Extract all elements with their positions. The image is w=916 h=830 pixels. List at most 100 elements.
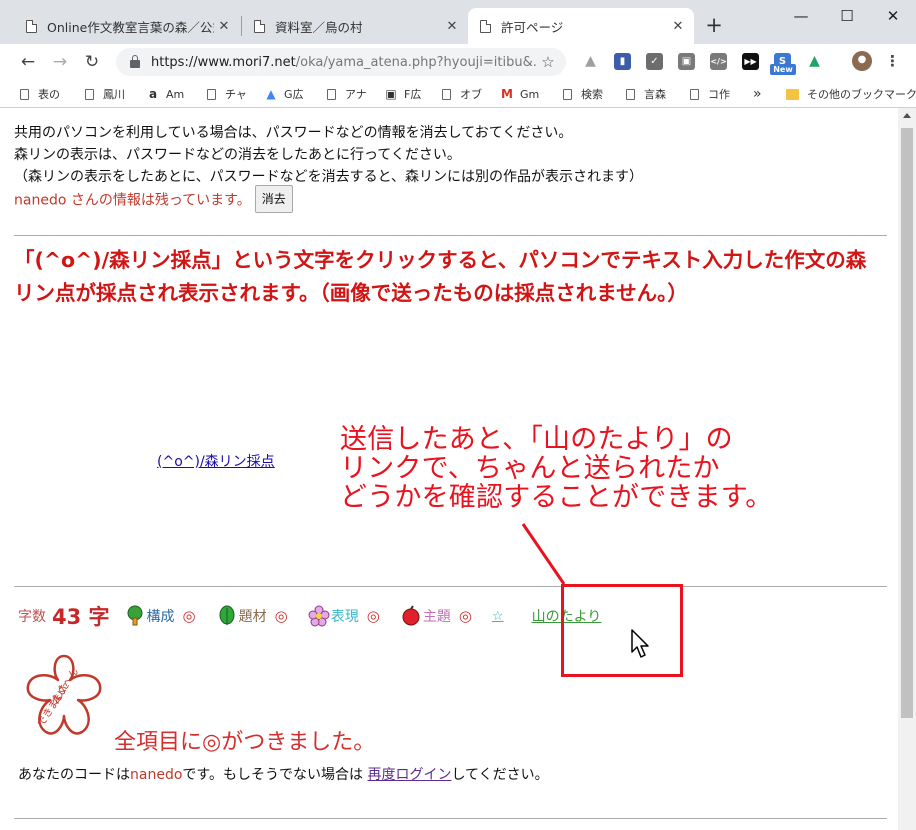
google-drive-icon[interactable]: ▲ bbox=[806, 53, 823, 70]
bookmark-label: 表の bbox=[38, 88, 60, 101]
page-icon bbox=[626, 88, 635, 100]
bookmark-item[interactable]: M Gm bbox=[500, 80, 539, 108]
address-bar[interactable]: https://www.mori7.net/oka/yama_atena.php… bbox=[116, 48, 566, 76]
bookmark-blue-icon[interactable]: ▮ bbox=[614, 53, 631, 70]
score-summary: 字数 43 字 構成 ◎ 題材 ◎ 表現 ◎ 主題 ◎ ☆ 山のたより bbox=[18, 596, 601, 636]
new-tab-button[interactable]: + bbox=[703, 13, 725, 37]
bookmark-item[interactable]: オブ bbox=[442, 80, 482, 108]
category-label: 主題 bbox=[422, 609, 451, 625]
minimize-button[interactable]: — bbox=[778, 2, 824, 30]
tab-shiryoushitsu[interactable]: 資料室／鳥の村 ✕ bbox=[242, 8, 468, 44]
url-host: https://www.mori7.net bbox=[151, 54, 296, 70]
bookmark-item[interactable]: 表の bbox=[20, 80, 60, 108]
callout-arrow bbox=[521, 523, 566, 585]
bookmark-favicon-icon: M bbox=[501, 87, 513, 101]
bookmarks-overflow-button[interactable]: » bbox=[753, 80, 762, 108]
bookmark-item[interactable]: コ作 bbox=[690, 80, 730, 108]
close-tab-icon[interactable]: ✕ bbox=[668, 19, 688, 34]
category-hyougen: 表現 ◎ bbox=[308, 605, 380, 627]
scroll-up-arrow-icon[interactable] bbox=[903, 113, 911, 118]
bookmark-item[interactable]: アナ bbox=[327, 80, 367, 108]
bookmark-item[interactable]: ▣ F広 bbox=[384, 80, 421, 108]
bookmark-label: Gm bbox=[520, 87, 540, 101]
code-prefix: あなたのコードは bbox=[18, 767, 130, 783]
category-mark: ◎ bbox=[274, 607, 288, 625]
scrollbar-thumb[interactable] bbox=[901, 128, 913, 718]
tab-title: 資料室／鳥の村 bbox=[275, 19, 363, 35]
new-badge: New bbox=[770, 64, 796, 75]
word-count-label: 字数 bbox=[18, 609, 46, 625]
word-count-value: 43 字 bbox=[52, 605, 110, 629]
relogin-link[interactable]: 再度ログイン bbox=[367, 767, 451, 783]
bookmark-label: 言森 bbox=[644, 88, 666, 101]
bookmark-label: オブ bbox=[460, 88, 482, 101]
browser-toolbar: ← → ↻ https://www.mori7.net/oka/yama_ate… bbox=[0, 44, 916, 80]
code-suffix: してください。 bbox=[451, 767, 549, 783]
lock-icon[interactable] bbox=[130, 55, 140, 68]
category-label: 題材 bbox=[238, 609, 267, 625]
bookmark-label: アナ bbox=[345, 88, 367, 101]
category-label: 表現 bbox=[330, 609, 359, 625]
forward-button[interactable]: → bbox=[46, 48, 74, 76]
maximize-button[interactable]: ☐ bbox=[824, 2, 870, 30]
page-content: 共用のパソコンを利用している場合は、パスワードなどの情報を消去しておてください。… bbox=[0, 108, 898, 830]
page-icon bbox=[480, 19, 491, 33]
mouse-cursor-icon bbox=[631, 629, 649, 658]
page-icon bbox=[563, 88, 572, 100]
check-icon[interactable]: ✓ bbox=[646, 53, 663, 70]
bookmark-item[interactable]: 言森 bbox=[626, 80, 666, 108]
back-button[interactable]: ← bbox=[14, 48, 42, 76]
title-bar: Online作文教室言葉の森／公式 ✕ 資料室／鳥の村 ✕ 許可ページ ✕ + … bbox=[0, 0, 916, 44]
category-mark: ◎ bbox=[366, 607, 380, 625]
bookmark-label: 検索 bbox=[581, 88, 603, 101]
bookmark-label: コ作 bbox=[708, 88, 730, 101]
category-mark: ◎ bbox=[182, 607, 196, 625]
other-bookmarks-folder[interactable]: その他のブックマーク bbox=[786, 80, 916, 108]
page-icon bbox=[85, 88, 94, 100]
star-link[interactable]: ☆ bbox=[492, 609, 504, 624]
bookmark-item[interactable]: a Am bbox=[146, 80, 184, 108]
menu-icon[interactable]: ⋮ bbox=[884, 53, 901, 70]
vertical-scrollbar[interactable] bbox=[898, 108, 916, 830]
category-mark: ◎ bbox=[458, 607, 472, 625]
bookmark-label: Am bbox=[166, 87, 185, 101]
avatar-icon[interactable]: ● bbox=[852, 51, 872, 71]
page-icon bbox=[207, 88, 216, 100]
bookmark-item[interactable]: 鳳川 bbox=[85, 80, 125, 108]
category-shudai: 主題 ◎ bbox=[400, 605, 472, 627]
divider bbox=[14, 586, 887, 587]
code-icon[interactable]: </> bbox=[710, 53, 727, 70]
bookmark-item[interactable]: ▲ G広 bbox=[264, 80, 304, 108]
category-daizai: 題材 ◎ bbox=[216, 605, 288, 627]
tab-title: 許可ページ bbox=[501, 19, 564, 35]
close-tab-icon[interactable]: ✕ bbox=[214, 19, 234, 34]
code-middle: です。もしそうでない場合は bbox=[182, 767, 368, 783]
page-icon bbox=[442, 88, 451, 100]
tab-title: Online作文教室言葉の森／公式 bbox=[47, 19, 214, 35]
bookmark-star-icon[interactable]: ☆ bbox=[536, 53, 560, 71]
tab-kyoka-page[interactable]: 許可ページ ✕ bbox=[468, 8, 694, 44]
user-code: nanedo bbox=[130, 767, 183, 783]
gray-square-icon[interactable]: ▣ bbox=[678, 53, 695, 70]
page-icon bbox=[327, 88, 336, 100]
bookmarks-bar: 表の 鳳川 a Am チャ ▲ G広 アナ ▣ F広 オブ M Gm 検索 言森 コ作 » その他のブックマー… bbox=[0, 80, 916, 108]
folder-icon bbox=[786, 88, 799, 100]
close-tab-icon[interactable]: ✕ bbox=[442, 19, 462, 34]
drive-dim-icon[interactable]: ▲ bbox=[582, 53, 599, 70]
reload-button[interactable]: ↻ bbox=[78, 48, 106, 76]
page-icon bbox=[26, 19, 37, 33]
bookmark-item[interactable]: 検索 bbox=[563, 80, 603, 108]
bookmark-item[interactable]: チャ bbox=[207, 80, 247, 108]
apple-icon bbox=[402, 605, 420, 626]
divider bbox=[14, 818, 887, 819]
all-items-message: 全項目に◎がつきました。 bbox=[114, 730, 376, 755]
highlight-box bbox=[561, 584, 683, 677]
tab-online-sakubun[interactable]: Online作文教室言葉の森／公式 ✕ bbox=[14, 8, 240, 44]
close-window-button[interactable]: ✕ bbox=[870, 2, 916, 30]
url-text[interactable]: https://www.mori7.net/oka/yama_atena.php… bbox=[151, 55, 536, 70]
callout-arrow-line bbox=[521, 523, 566, 585]
media-next-icon[interactable]: ▶▶ bbox=[742, 53, 759, 70]
bookmark-label: G広 bbox=[284, 88, 304, 101]
page-icon bbox=[254, 19, 265, 33]
sakura-stamp: たいへん よく できました bbox=[26, 654, 102, 735]
